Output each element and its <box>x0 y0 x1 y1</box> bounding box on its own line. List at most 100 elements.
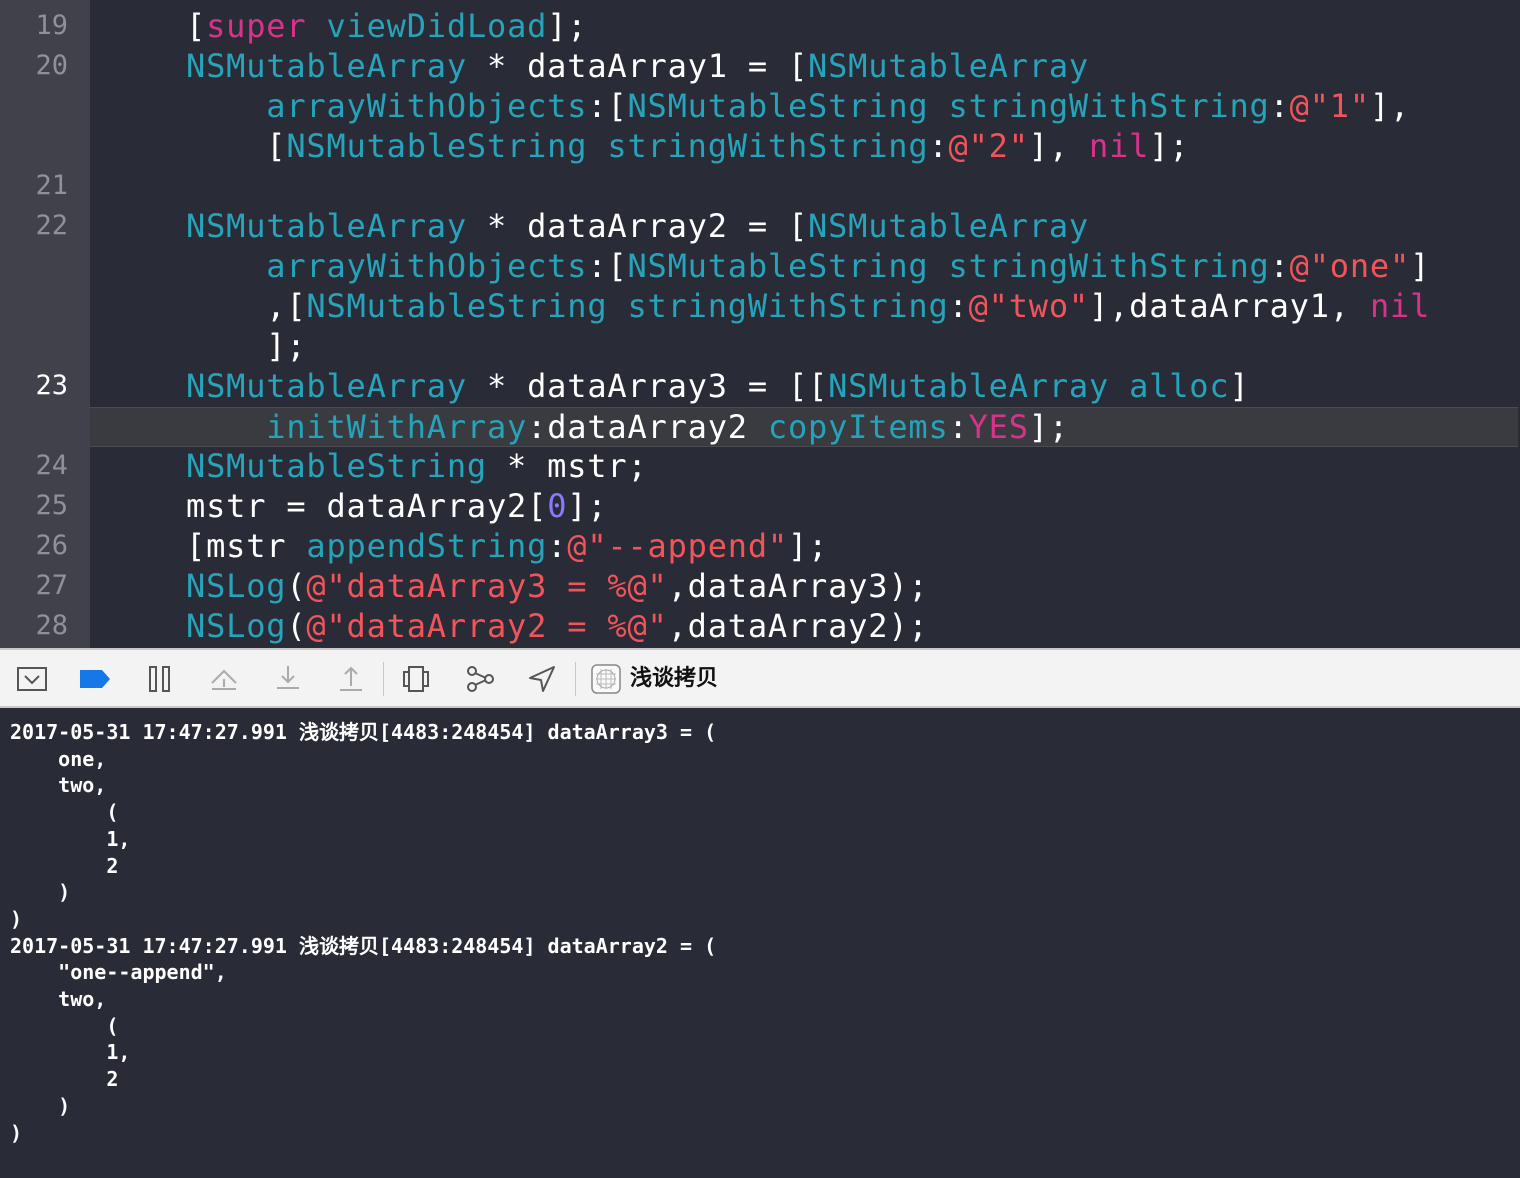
code-line[interactable]: NSLog(@"dataArray3 = %@",dataArray3); <box>0 566 1520 606</box>
code-text: ]; <box>186 326 306 366</box>
code-token: YES <box>968 408 1029 446</box>
step-into-icon[interactable] <box>270 662 306 696</box>
debug-toolbar: 浅谈拷贝 <box>0 648 1520 708</box>
code-token: ], <box>1369 87 1411 125</box>
code-line[interactable]: [mstr appendString:@"--append"]; <box>0 526 1520 566</box>
code-token: ]; <box>1028 408 1069 446</box>
code-token: NSMutableArray <box>808 207 1089 245</box>
simulate-location-icon[interactable] <box>524 662 560 696</box>
code-text: mstr = dataArray2[0]; <box>186 486 607 526</box>
code-token: : <box>1269 87 1290 125</box>
code-token: : <box>1269 247 1290 285</box>
code-token: @"one" <box>1289 247 1411 285</box>
code-token: @"1" <box>1289 87 1370 125</box>
code-line[interactable]: NSLog(@"dataArray2 = %@",dataArray2); <box>0 606 1520 646</box>
code-text: NSLog(@"dataArray3 = %@",dataArray3); <box>186 566 928 606</box>
code-text: NSLog(@"dataArray2 = %@",dataArray2); <box>186 606 928 646</box>
code-text: NSMutableArray * dataArray1 = [NSMutable… <box>186 46 1089 86</box>
code-token: NSLog <box>186 567 287 605</box>
target-name-label[interactable]: 浅谈拷贝 <box>630 664 718 694</box>
code-token: arrayWithObjects <box>266 247 588 285</box>
code-token: appendString <box>306 527 548 565</box>
code-token: NSMutableArray <box>186 47 467 85</box>
code-line[interactable]: [super viewDidLoad]; <box>0 6 1520 46</box>
code-line[interactable]: NSMutableArray * dataArray2 = [NSMutable… <box>0 206 1520 246</box>
code-token: ] <box>1229 367 1250 405</box>
view-debugger-icon[interactable] <box>398 662 434 696</box>
code-token: ],dataArray1, <box>1089 287 1370 325</box>
code-text: [NSMutableString stringWithString:@"2"],… <box>186 126 1189 166</box>
hide-debug-area-icon[interactable] <box>14 662 50 696</box>
step-over-icon[interactable] <box>206 662 242 696</box>
code-token: arrayWithObjects <box>266 87 588 125</box>
pause-icon[interactable] <box>142 662 178 696</box>
code-line[interactable]: NSMutableArray * dataArray3 = [[NSMutabl… <box>0 366 1520 406</box>
code-line[interactable]: NSMutableString * mstr; <box>0 446 1520 486</box>
code-token: @"two" <box>968 287 1090 325</box>
code-token: [mstr <box>186 527 307 565</box>
code-token: : <box>948 408 969 446</box>
code-token: @"dataArray2 = %@" <box>306 607 668 645</box>
code-token: * mstr; <box>486 447 648 485</box>
code-line[interactable]: [NSMutableString stringWithString:@"2"],… <box>0 126 1520 166</box>
code-token: super <box>206 7 307 45</box>
code-token: : <box>928 127 949 165</box>
code-token: NSLog <box>186 607 287 645</box>
code-token: viewDidLoad <box>326 7 548 45</box>
code-token: alloc <box>1129 367 1230 405</box>
code-line[interactable] <box>0 166 1520 206</box>
code-token: NSMutableString <box>286 127 588 165</box>
code-token: ( <box>286 607 307 645</box>
code-token: ,dataArray2); <box>667 607 929 645</box>
code-token: :[ <box>587 87 628 125</box>
code-token: [ <box>186 7 207 45</box>
code-line[interactable]: arrayWithObjects:[NSMutableString string… <box>0 86 1520 126</box>
step-out-icon[interactable] <box>333 662 369 696</box>
code-token: stringWithString <box>948 247 1270 285</box>
code-token: 0 <box>547 487 568 525</box>
code-lines: [super viewDidLoad]; NSMutableArray * dat… <box>0 0 1520 648</box>
code-line[interactable]: NSMutableArray * dataArray1 = [NSMutable… <box>0 46 1520 86</box>
code-token: @"2" <box>948 127 1029 165</box>
code-token: :dataArray2 <box>527 408 768 446</box>
code-text: ,[NSMutableString stringWithString:@"two… <box>186 286 1430 326</box>
code-line[interactable]: ]; <box>0 326 1520 366</box>
memory-graph-icon[interactable] <box>462 662 498 696</box>
code-token: : <box>547 527 568 565</box>
code-line[interactable]: ,[NSMutableString stringWithString:@"two… <box>0 286 1520 326</box>
code-token: NSMutableString <box>306 287 608 325</box>
target-app-icon[interactable] <box>588 662 624 696</box>
code-token: ,dataArray3); <box>667 567 929 605</box>
code-token: @"dataArray3 = %@" <box>306 567 668 605</box>
code-token: nil <box>1369 287 1431 325</box>
code-token: NSMutableString <box>627 247 929 285</box>
breakpoints-toggle-icon[interactable] <box>77 662 113 696</box>
code-token: :[ <box>587 247 628 285</box>
toolbar-divider <box>383 662 384 696</box>
code-editor[interactable]: 19 20 21 22 23 24 25 26 27 28 [super viewDidLoad]… <box>0 0 1520 648</box>
code-text: NSMutableArray * dataArray3 = [[NSMutabl… <box>186 366 1250 406</box>
code-text: NSMutableString * mstr; <box>186 446 648 486</box>
code-token: ,[ <box>186 287 307 325</box>
code-token: NSMutableArray <box>828 367 1110 405</box>
debug-console[interactable]: 2017-05-31 17:47:27.991 浅谈拷贝[4483:248454… <box>0 708 1520 1178</box>
code-token: ]; <box>1149 127 1190 165</box>
current-code-line[interactable]: initWithArray:dataArray2 copyItems:YES]; <box>90 407 1518 447</box>
code-token: [ <box>186 127 287 165</box>
code-token: copyItems <box>767 408 949 446</box>
code-token: ( <box>286 567 307 605</box>
code-token: ]; <box>567 487 608 525</box>
console-output: 2017-05-31 17:47:27.991 浅谈拷贝[4483:248454… <box>10 720 717 1145</box>
code-text: [mstr appendString:@"--append"]; <box>186 526 828 566</box>
code-token: NSMutableString <box>186 447 487 485</box>
code-line[interactable]: mstr = dataArray2[0]; <box>0 486 1520 526</box>
code-line[interactable]: arrayWithObjects:[NSMutableString string… <box>0 246 1520 286</box>
code-token: @"--append" <box>567 527 789 565</box>
